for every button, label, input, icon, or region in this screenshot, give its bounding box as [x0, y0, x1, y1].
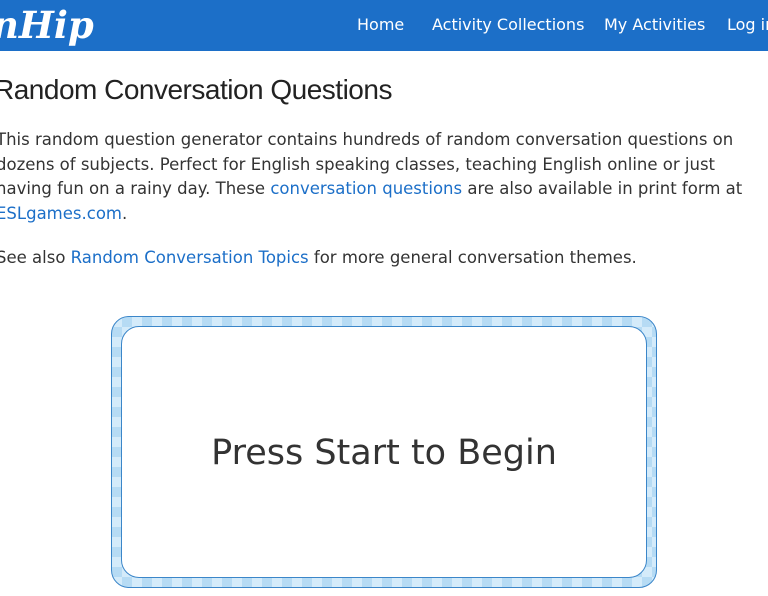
nav-link-activity-collections[interactable]: Activity Collections	[432, 14, 584, 36]
conversation-questions-link[interactable]: conversation questions	[270, 179, 462, 198]
page-title: Random Conversation Questions	[0, 74, 392, 105]
intro-text: .	[121, 203, 128, 223]
question-text: Press Start to Begin	[211, 433, 557, 473]
nav-link-my-activities[interactable]: My Activities	[604, 14, 705, 36]
see-also-text: for more general conversation themes.	[308, 248, 637, 267]
intro-text: are also available in print form at	[462, 179, 743, 198]
random-conversation-topics-link[interactable]: Random Conversation Topics	[71, 248, 309, 267]
see-also-paragraph: See also Random Conversation Topics for …	[0, 246, 637, 271]
eslgames-link[interactable]: ESLgames.com	[0, 204, 122, 223]
nav-link-log-in[interactable]: Log in	[727, 14, 768, 36]
top-navbar: nHip Home Activity Collections My Activi…	[0, 0, 768, 51]
nav-link-home[interactable]: Home	[357, 14, 404, 36]
intro-paragraph: This random question generator contains …	[0, 128, 768, 226]
see-also-text: See also	[0, 248, 71, 267]
site-logo[interactable]: nHip	[0, 2, 94, 48]
question-card-face[interactable]: Press Start to Begin	[121, 326, 647, 578]
question-card[interactable]: Press Start to Begin	[111, 316, 657, 588]
